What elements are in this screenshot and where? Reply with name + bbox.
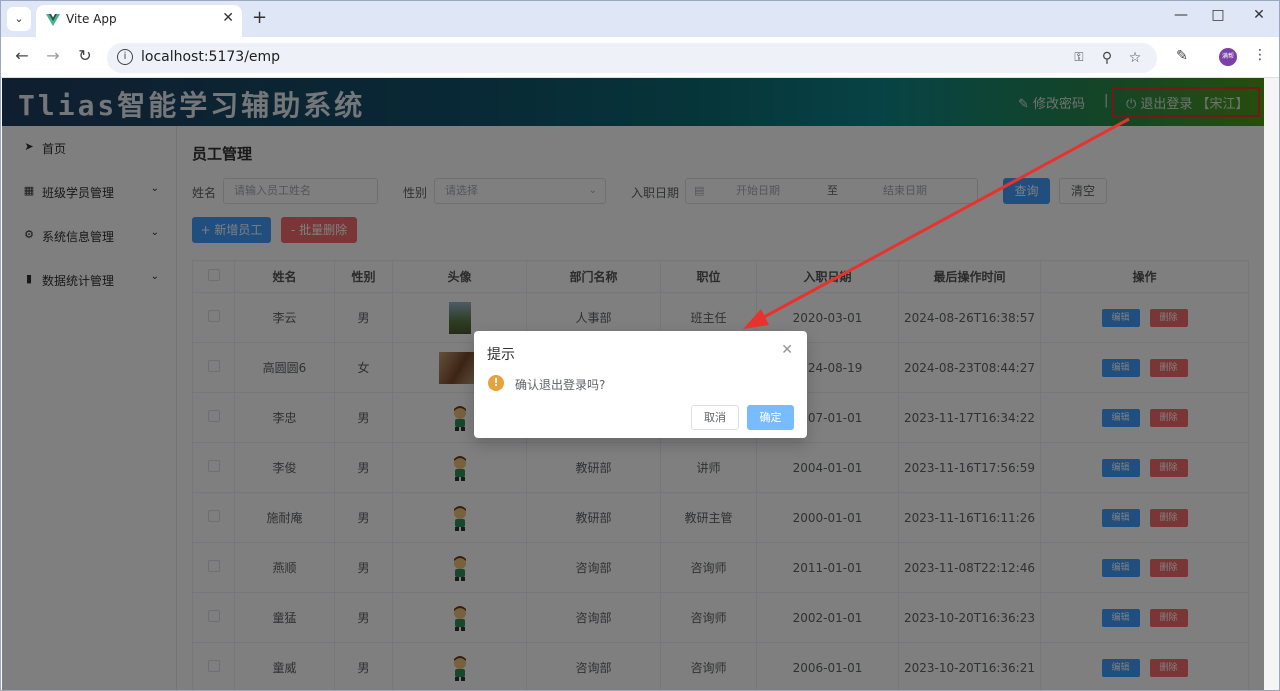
close-icon[interactable]: ✕ — [781, 342, 793, 358]
zoom-icon[interactable]: ⚲ — [1097, 50, 1117, 66]
browser-tab[interactable]: Vite App ✕ — [36, 5, 242, 37]
tab-close-icon[interactable]: ✕ — [222, 10, 234, 26]
cancel-button[interactable]: 取消 — [691, 405, 739, 430]
browser-toolbar: ← → ↻ i localhost:5173/emp ⚿ ⚲ ☆ ✎ 满帮 ⋮ — [1, 37, 1279, 78]
tab-search-icon[interactable]: ⌄ — [7, 7, 31, 31]
bookmark-star-icon[interactable]: ☆ — [1125, 50, 1145, 66]
confirm-button[interactable]: 确定 — [747, 405, 794, 430]
site-info-icon[interactable]: i — [117, 49, 133, 65]
dialog-title: 提示 — [487, 347, 515, 363]
profile-avatar[interactable]: 满帮 — [1219, 48, 1237, 66]
maximize-icon[interactable]: □ — [1203, 7, 1233, 23]
warning-icon: ! — [488, 375, 504, 391]
browser-window: ⌄ Vite App ✕ + — □ ✕ ← → ↻ i localhost:5… — [0, 0, 1280, 691]
reload-icon[interactable]: ↻ — [73, 46, 97, 65]
minimize-icon[interactable]: — — [1166, 7, 1196, 23]
tab-bar: ⌄ Vite App ✕ + — □ ✕ — [1, 1, 1279, 37]
back-icon[interactable]: ← — [10, 46, 34, 65]
key-icon[interactable]: ⚿ — [1069, 50, 1089, 65]
dialog-message: 确认退出登录吗? — [515, 378, 606, 392]
address-bar[interactable]: i localhost:5173/emp ⚿ ⚲ ☆ — [107, 43, 1157, 73]
browser-menu-icon[interactable]: ⋮ — [1250, 47, 1270, 63]
forward-icon[interactable]: → — [41, 46, 65, 65]
extensions-icon[interactable]: ✎ — [1172, 48, 1192, 64]
new-tab-icon[interactable]: + — [252, 7, 267, 28]
page-scrollbar[interactable] — [1264, 78, 1279, 690]
tab-title: Vite App — [66, 12, 117, 26]
vue-logo-icon — [46, 14, 60, 26]
window-close-icon[interactable]: ✕ — [1244, 7, 1274, 23]
address-url[interactable]: localhost:5173/emp — [141, 49, 280, 65]
logout-confirm-dialog: 提示 ✕ ! 确认退出登录吗? 取消 确定 — [474, 331, 807, 438]
